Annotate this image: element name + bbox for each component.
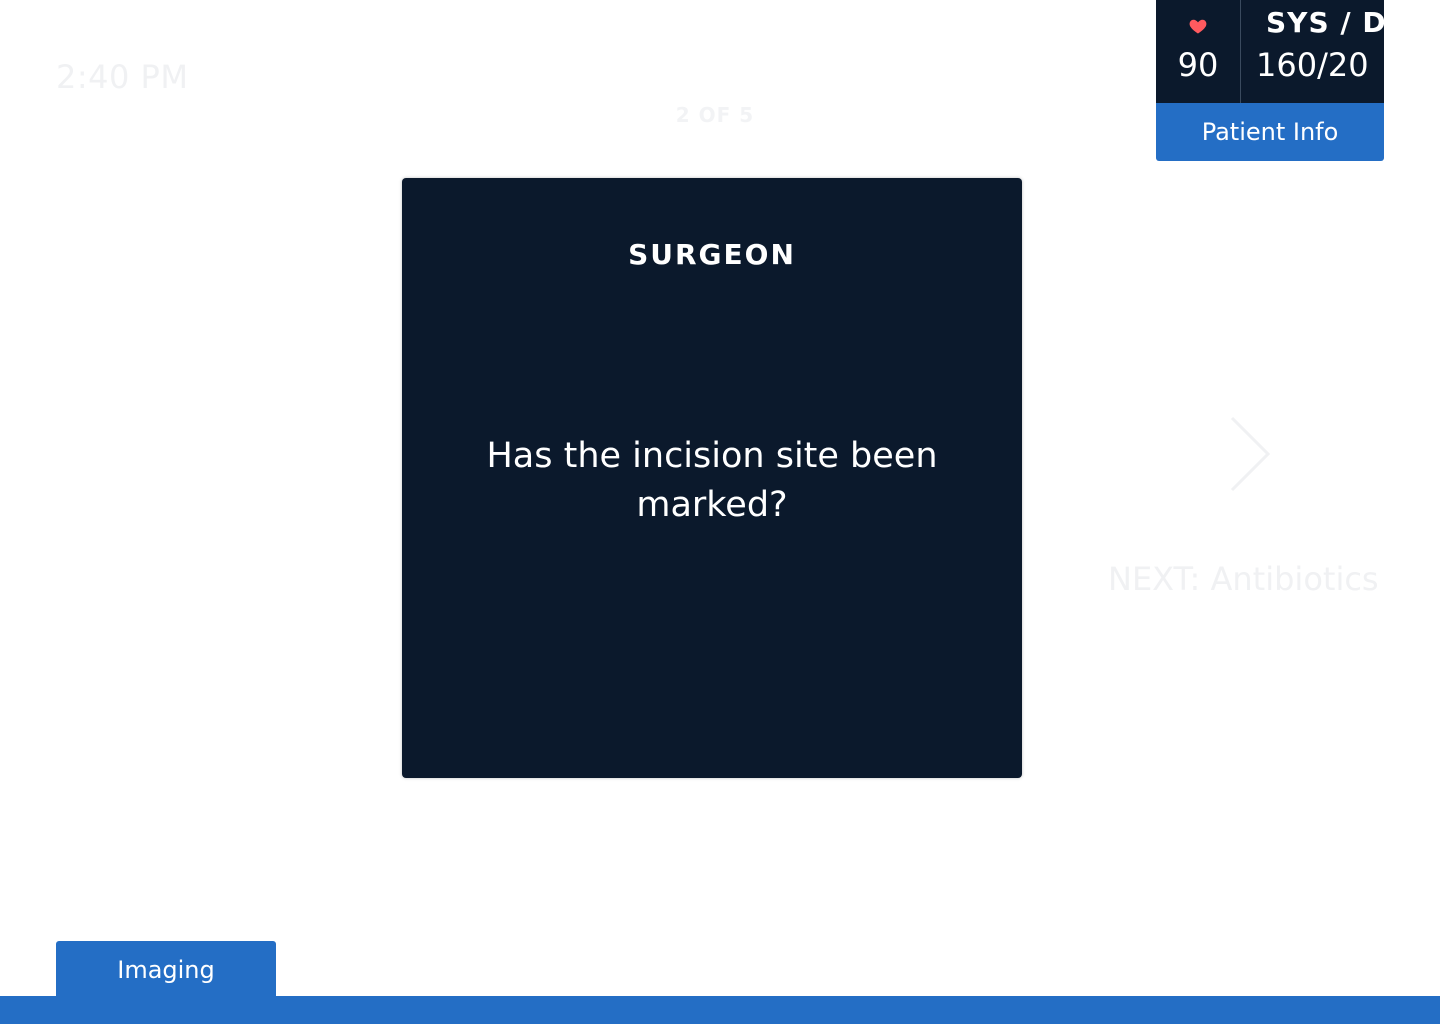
checklist-question: Has the incision site been marked? [486,436,938,525]
heart-icon [1189,19,1207,34]
patient-info-button[interactable]: Patient Info [1156,103,1384,161]
vitals-panel: 90 SYS / DIA 160/20 Patient Info [1156,0,1384,161]
blood-pressure-label: SYS / DIA [1266,6,1384,39]
next-step-label[interactable]: NEXT: Antibiotics [1108,560,1379,598]
checklist-screen: 2:40 PM 2 OF 5 90 SYS / DIA 160/20 Patie… [0,0,1440,1024]
imaging-tab[interactable]: Imaging [56,941,276,999]
checklist-card: SURGEON Has the incision site been marke… [402,178,1022,778]
bottom-bar [0,996,1440,1024]
role-heading: SURGEON [628,238,796,271]
heart-rate-vital: 90 [1156,0,1241,103]
blood-pressure-vital: SYS / DIA 160/20 [1241,0,1384,103]
current-time: 2:40 PM [56,58,189,96]
chevron-right-icon[interactable] [1226,414,1276,494]
heart-rate-value: 90 [1177,46,1219,84]
vitals-readout: 90 SYS / DIA 160/20 [1156,0,1384,103]
blood-pressure-value: 160/20 [1256,46,1369,84]
